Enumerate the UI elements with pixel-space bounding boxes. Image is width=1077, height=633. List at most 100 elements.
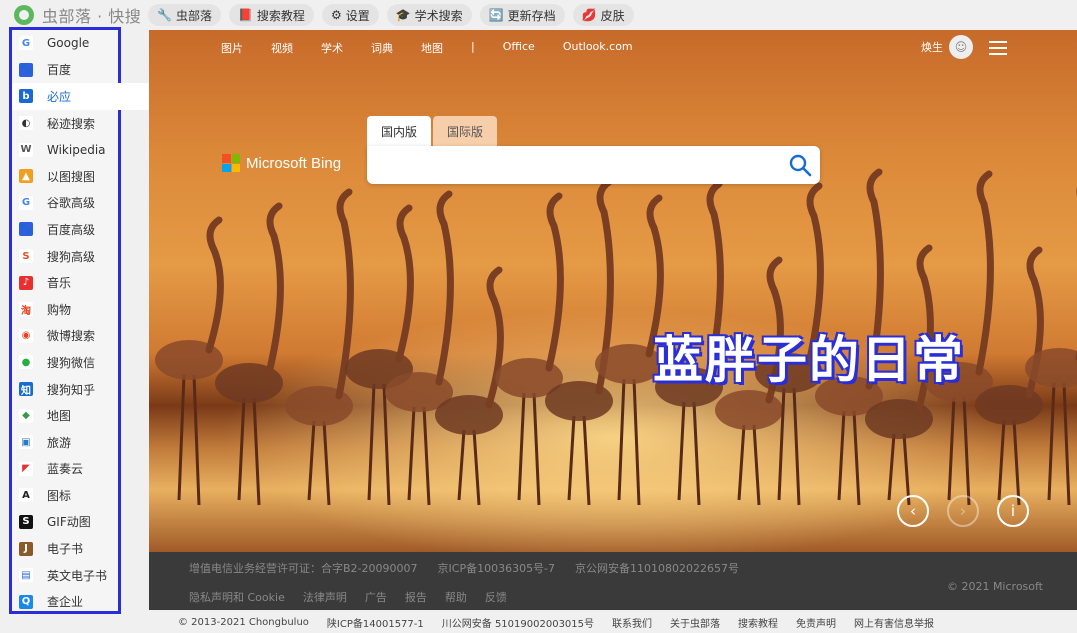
sidebar-item-17[interactable]: A 图标 (12, 482, 118, 509)
sidebar-item-label: 百度高级 (47, 222, 96, 237)
sidebar-item-1[interactable]: 🐾 百度 (12, 57, 118, 84)
engine-icon: 淘 (19, 302, 33, 317)
bing-nav-item[interactable]: 图片 (221, 40, 243, 56)
search-icon[interactable] (788, 153, 812, 177)
next-image-button[interactable]: › (947, 495, 979, 527)
bing-nav-item[interactable]: Outlook.com (563, 40, 633, 56)
sidebar-item-15[interactable]: ▣ 旅游 (12, 429, 118, 456)
sidebar-item-label: 音乐 (47, 276, 72, 291)
sidebar-item-label: 英文电子书 (47, 568, 108, 583)
search-engine-sidebar: G Google 🐾 百度 b 必应 ◐ 秘迹搜索 W Wikipedia ▲ 以图搜图 G 谷歌高级 🐾 百… (9, 27, 160, 614)
engine-icon: ♪ (19, 275, 33, 290)
sidebar-item-18[interactable]: S GIF动图 (12, 509, 118, 536)
sidebar-item-0[interactable]: G Google (12, 30, 118, 57)
page-footer-link[interactable]: 免责声明 (796, 615, 836, 630)
bing-nav-item: | (471, 40, 475, 53)
prev-image-button[interactable]: ‹ (897, 495, 929, 527)
engine-icon: 知 (19, 382, 33, 397)
engine-icon: 🐾 (19, 222, 33, 237)
sidebar-item-2[interactable]: b 必应 (12, 83, 160, 110)
sidebar-item-13[interactable]: 知搜狗知乎 (12, 376, 118, 403)
tab-international[interactable]: 国际版 (433, 116, 498, 146)
site-logo[interactable]: 虫部落 · 快搜 (0, 3, 150, 27)
footer-link[interactable]: 帮助 (445, 589, 467, 605)
top-nav: 🔧 虫部落 📕 搜索教程 ⚙ 设置 🎓 学术搜索 🔄 更新存档 💋 皮肤 (148, 4, 634, 26)
bing-nav-item[interactable]: 词典 (371, 40, 393, 56)
logo-icon (14, 5, 34, 25)
search-tabs: 国内版 国际版 (367, 116, 498, 146)
bing-footer-row1: 增值电信业务经营许可证：合字B2-20090007 京ICP备10036305号-… (189, 560, 739, 576)
footer-link[interactable]: 报告 (405, 589, 427, 605)
sidebar-item-label: 图标 (47, 488, 72, 503)
sidebar-item-label: 搜狗微信 (47, 355, 96, 370)
sidebar-item-8[interactable]: S 搜狗高级 (12, 243, 118, 270)
topnav-item-0[interactable]: 🔧 虫部落 (148, 4, 221, 26)
sidebar-item-6[interactable]: G 谷歌高级 (12, 190, 118, 217)
sidebar-item-19[interactable]: J 电子书 (12, 535, 118, 562)
page-footer-link[interactable]: 联系我们 (612, 615, 652, 630)
engine-icon: ▤ (19, 568, 33, 583)
bing-copyright: © 2021 Microsoft (946, 580, 1043, 593)
page-footer-link: © 2013-2021 Chongbuluo (178, 616, 309, 628)
bing-nav: 图片 视频 学术 词典 地图 | Office Outlook.com (221, 40, 633, 56)
page-footer-link: 陕ICP备14001577-1 (326, 618, 424, 630)
sidebar-item-label: 购物 (47, 302, 72, 317)
avatar-icon[interactable]: ☺ (949, 35, 973, 59)
sidebar-item-label: 旅游 (47, 435, 72, 450)
carousel-controls: ‹ › i (897, 495, 1029, 527)
page-footer: © 2013-2021 Chongbuluo 陕ICP备14001577-1 川公网… (0, 611, 1077, 633)
search-input[interactable] (377, 154, 777, 176)
bing-footer-row2: 隐私声明和 Cookie 法律声明 广告 报告 帮助 反馈 (189, 589, 507, 605)
sidebar-item-label: 地图 (47, 409, 72, 424)
engine-icon: A (19, 488, 33, 503)
info-button[interactable]: i (997, 495, 1029, 527)
sidebar-item-9[interactable]: ♪ 音乐 (12, 269, 118, 296)
sidebar-item-label: Google (47, 36, 90, 51)
tab-domestic[interactable]: 国内版 (367, 116, 432, 146)
topnav-icon: 📕 (237, 8, 253, 22)
bing-logo[interactable]: Microsoft Bing (222, 154, 341, 172)
logo-text: 虫部落 · 快搜 (42, 7, 142, 26)
topnav-item-3[interactable]: 🎓 学术搜索 (386, 4, 472, 26)
engine-icon: Q (19, 594, 33, 609)
page-footer-link[interactable]: 搜索教程 (738, 615, 778, 630)
user-name[interactable]: 焕生 (921, 39, 943, 55)
sidebar-item-20[interactable]: ▤ 英文电子书 (12, 562, 118, 589)
topnav-item-2[interactable]: ⚙ 设置 (321, 4, 379, 26)
flamingo-shape (215, 202, 284, 506)
bing-nav-item[interactable]: Office (503, 40, 535, 56)
engine-icon: ● (19, 355, 33, 370)
topnav-icon: 🔧 (157, 8, 172, 22)
sidebar-item-16[interactable]: ◤ 蓝奏云 (12, 456, 118, 483)
topnav-item-1[interactable]: 📕 搜索教程 (228, 4, 314, 26)
bing-nav-item[interactable]: 视频 (271, 40, 293, 56)
page-footer-link[interactable]: 网上有害信息举报 (854, 615, 934, 630)
sidebar-item-11[interactable]: ◉ 微博搜索 (12, 323, 118, 350)
topnav-label: 搜索教程 (256, 8, 305, 23)
bing-user[interactable]: 焕生 ☺ (921, 35, 973, 59)
engine-icon: ◆ (19, 408, 33, 423)
sidebar-item-10[interactable]: 淘购物 (12, 296, 118, 323)
bing-nav-item[interactable]: 学术 (321, 40, 343, 56)
page-footer-link[interactable]: 关于虫部落 (670, 615, 720, 630)
topnav-icon: 💋 (581, 8, 597, 22)
bing-nav-item[interactable]: 地图 (421, 40, 443, 56)
footer-link[interactable]: 法律声明 (303, 589, 347, 605)
topnav-item-4[interactable]: 🔄 更新存档 (479, 4, 565, 26)
footer-link[interactable]: 广告 (365, 589, 387, 605)
sidebar-item-3[interactable]: ◐ 秘迹搜索 (12, 110, 118, 137)
bing-footer: 增值电信业务经营许可证：合字B2-20090007 京ICP备10036305号-… (149, 552, 1077, 610)
menu-icon[interactable] (989, 41, 1007, 55)
sidebar-item-12[interactable]: ● 搜狗微信 (12, 349, 118, 376)
footer-link[interactable]: 隐私声明和 Cookie (189, 589, 285, 605)
engine-icon: ◤ (19, 461, 33, 476)
topnav-label: 设置 (345, 8, 370, 23)
footer-link[interactable]: 反馈 (485, 589, 507, 605)
sidebar-item-label: 百度 (47, 63, 72, 78)
sidebar-item-7[interactable]: 🐾 百度高级 (12, 216, 118, 243)
topnav-item-5[interactable]: 💋 皮肤 (572, 4, 634, 26)
engine-icon: b (19, 89, 33, 104)
sidebar-item-4[interactable]: W Wikipedia (12, 136, 118, 163)
sidebar-item-5[interactable]: ▲ 以图搜图 (12, 163, 118, 190)
sidebar-item-14[interactable]: ◆ 地图 (12, 402, 118, 429)
